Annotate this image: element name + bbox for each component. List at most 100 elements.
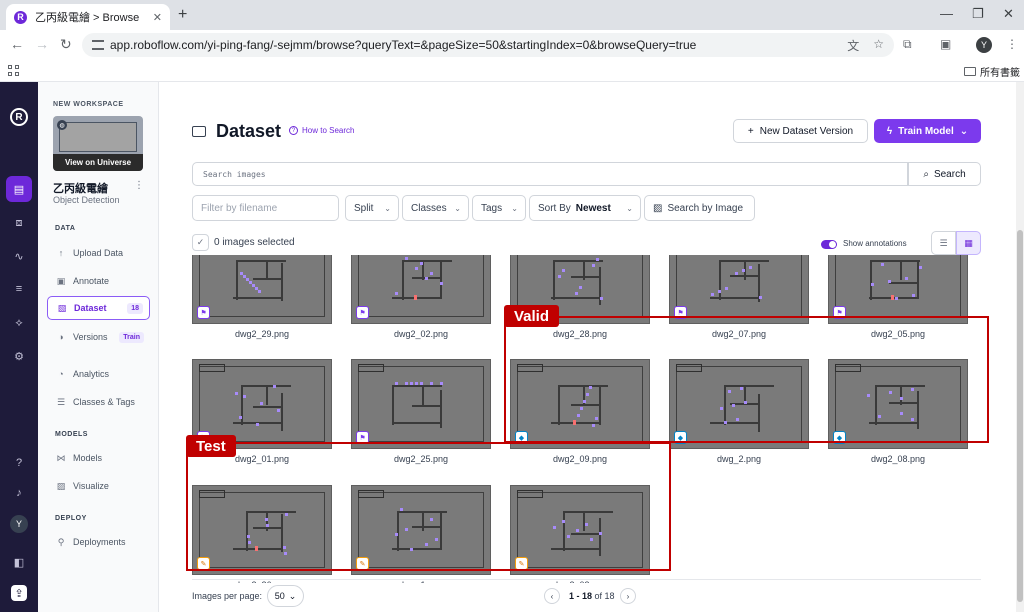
monitoring-icon[interactable]: ∿ <box>11 248 27 264</box>
next-page-button[interactable]: › <box>620 588 636 604</box>
workflows-icon[interactable]: ⧈ <box>11 215 27 231</box>
image-thumbnail[interactable]: ⚑ <box>351 359 491 449</box>
project-name: 乙丙級電繪 <box>53 183 108 195</box>
universe-icon[interactable]: ⟡ <box>11 315 27 331</box>
pagination-range: 1 - 18 of 18 <box>569 591 615 601</box>
roboflow-favicon-icon: R <box>14 10 27 24</box>
prev-page-button[interactable]: ‹ <box>544 588 560 604</box>
sidebar-item-visualize[interactable]: ▨ Visualize <box>47 474 150 498</box>
sidebar-item-classes-tags[interactable]: ☰ Classes & Tags <box>47 390 150 414</box>
chevron-down-icon: ⌄ <box>626 203 633 213</box>
project-thumbnail[interactable]: ◍ View on Universe <box>53 116 143 171</box>
folder-icon <box>964 67 976 76</box>
split-filter[interactable]: Split ⌄ <box>345 195 399 221</box>
train-model-button[interactable]: ϟ Train Model ⌄ <box>874 119 981 143</box>
browser-tab[interactable]: R 乙丙級電繪 > Browse ✕ <box>6 4 170 30</box>
sidebar-item-versions[interactable]: ◑ Versions Train <box>47 325 150 349</box>
sidebar-item-annotate[interactable]: ▣ Annotate <box>47 269 150 293</box>
app-rail: R ▤ ⧈ ∿ ≡ ⟡ ⚙ ? ♪ Y ◧ ⇪ <box>0 82 38 612</box>
project-type: Object Detection <box>53 195 120 205</box>
sidebar-item-dataset[interactable]: ▧ Dataset 18 <box>47 296 150 320</box>
bookmark-star-icon[interactable]: ☆ <box>873 37 884 54</box>
chevron-down-icon: ⌄ <box>384 203 391 213</box>
browser-menu-icon[interactable]: ⋮ <box>1006 37 1018 51</box>
sidebar-item-upload-data[interactable]: ↑ Upload Data <box>47 241 150 265</box>
image-thumbnail[interactable]: ⚑ <box>669 255 809 324</box>
roboflow-logo-icon[interactable]: R <box>10 108 28 126</box>
image-card[interactable]: ⚑ dwg2_02.png <box>351 255 491 339</box>
images-per-page-label: Images per page: <box>192 591 263 601</box>
image-card[interactable]: ⚑ dwg2_29.png <box>192 255 332 339</box>
classes-filter[interactable]: Classes ⌄ <box>402 195 469 221</box>
image-thumbnail[interactable]: ⚑ <box>192 255 332 324</box>
project-more-icon[interactable]: ⋮ <box>134 180 144 191</box>
projects-icon[interactable]: ▤ <box>6 176 32 202</box>
image-thumbnail[interactable]: ⚑ <box>351 255 491 324</box>
search-by-image-button[interactable]: ▨ Search by Image <box>644 195 755 221</box>
show-annotations-label: Show annotations <box>843 239 907 248</box>
all-bookmarks-folder[interactable]: 所有書籤 <box>964 64 1020 79</box>
sidebar-item-models[interactable]: ⋈ Models <box>47 446 150 470</box>
upload-rail-icon[interactable]: ⇪ <box>11 585 27 601</box>
new-dataset-version-button[interactable]: + New Dataset Version <box>733 119 868 143</box>
deployments-rail-icon[interactable]: ≡ <box>11 281 27 297</box>
tags-filter[interactable]: Tags ⌄ <box>472 195 526 221</box>
test-label: Test <box>186 435 236 457</box>
image-icon: ▨ <box>653 202 663 214</box>
tab-title: 乙丙級電繪 > Browse <box>35 12 140 24</box>
deployments-icon: ⚲ <box>57 536 65 547</box>
browser-toolbar: ← → ↻ app.roboflow.com/yi-ping-fang/-sej… <box>0 30 1024 60</box>
search-button[interactable]: ⌕ Search <box>908 162 981 186</box>
grid-view-button[interactable]: ▦ <box>956 231 981 255</box>
upload-icon: ↑ <box>58 248 64 258</box>
view-on-universe-button[interactable]: View on Universe <box>53 154 143 171</box>
close-tab-icon[interactable]: ✕ <box>153 11 162 24</box>
back-icon[interactable]: ← <box>10 36 24 52</box>
globe-icon: ◍ <box>57 120 67 130</box>
images-per-page-select[interactable]: 50 ⌄ <box>267 585 304 607</box>
sidebar-item-deployments[interactable]: ⚲ Deployments <box>47 530 150 554</box>
help-icon[interactable]: ? <box>11 455 27 471</box>
section-deploy: DEPLOY <box>55 515 87 522</box>
address-bar[interactable]: app.roboflow.com/yi-ping-fang/-sejmm/bro… <box>82 33 894 57</box>
images-selected-count: 0 images selected <box>214 237 295 248</box>
train-split-icon: ⚑ <box>356 306 369 319</box>
close-window-icon[interactable]: ✕ <box>1003 6 1014 22</box>
new-tab-icon[interactable]: + <box>178 6 187 24</box>
select-all-checkbox[interactable]: ✓ <box>192 234 209 251</box>
annotate-icon: ▣ <box>56 275 66 286</box>
workspace-label: NEW WORKSPACE <box>53 101 124 108</box>
chevron-down-icon: ⌄ <box>454 203 461 213</box>
forward-icon[interactable]: → <box>35 36 49 52</box>
profile-avatar[interactable]: Y <box>976 37 992 53</box>
restore-icon[interactable]: ❐ <box>972 6 984 22</box>
chevron-down-icon: ⌄ <box>959 125 969 137</box>
list-view-button[interactable]: ☰ <box>931 231 956 255</box>
image-filename: dwg2_26.png <box>192 580 332 583</box>
plus-icon: + <box>747 125 754 137</box>
apps-grid-icon[interactable] <box>8 65 19 76</box>
tab-search-icon[interactable]: ▣ <box>940 37 951 51</box>
how-to-search-link[interactable]: ? How to Search <box>289 126 354 135</box>
settings-icon[interactable]: ⚙ <box>11 348 27 364</box>
docs-icon[interactable]: ◧ <box>11 554 27 570</box>
analytics-icon: ◔ <box>58 369 64 379</box>
chevron-down-icon: ⌄ <box>288 590 297 601</box>
sort-by-select[interactable]: Sort By Newest ⌄ <box>529 195 641 221</box>
filename-filter-input[interactable]: Filter by filename <box>192 195 339 221</box>
user-avatar[interactable]: Y <box>10 515 28 533</box>
dataset-image-icon <box>192 126 206 137</box>
reload-icon[interactable]: ↻ <box>60 36 72 53</box>
sidebar-item-analytics[interactable]: ◔ Analytics <box>47 362 150 386</box>
extensions-icon[interactable]: ⧉ <box>903 37 912 52</box>
image-filename: dwg2_08.png <box>870 454 926 464</box>
image-thumbnail[interactable]: ⚑ <box>828 255 968 324</box>
notifications-icon[interactable]: ♪ <box>11 485 27 501</box>
url-text: app.roboflow.com/yi-ping-fang/-sejmm/bro… <box>110 38 697 52</box>
scrollbar-thumb[interactable] <box>1017 230 1023 602</box>
site-info-icon[interactable] <box>92 40 104 50</box>
show-annotations-toggle[interactable] <box>821 240 837 249</box>
translate-icon[interactable]: 文 <box>847 37 859 54</box>
minimize-icon[interactable]: — <box>940 6 953 21</box>
search-input[interactable]: Search images <box>192 162 908 186</box>
